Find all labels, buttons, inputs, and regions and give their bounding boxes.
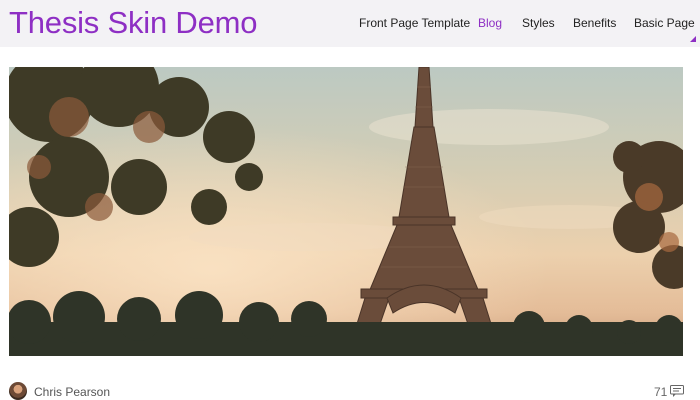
page: Thesis Skin Demo Front Page Template Blo… bbox=[0, 0, 700, 400]
nav-item-front-page-template[interactable]: Front Page Template bbox=[359, 14, 470, 32]
eiffel-tower-photo bbox=[9, 67, 683, 356]
author-name[interactable]: Chris Pearson bbox=[34, 384, 110, 400]
comment-count[interactable]: 71 bbox=[654, 384, 667, 400]
avatar[interactable] bbox=[9, 382, 27, 400]
main-nav: Front Page Template Blog Styles Benefits… bbox=[0, 14, 700, 34]
nav-item-blog[interactable]: Blog bbox=[478, 14, 502, 32]
comment-icon[interactable] bbox=[670, 385, 684, 397]
featured-image bbox=[9, 67, 683, 356]
post-byline: Chris Pearson 71 bbox=[9, 382, 689, 400]
nav-item-benefits[interactable]: Benefits bbox=[573, 14, 616, 32]
submenu-caret-icon[interactable] bbox=[690, 36, 696, 42]
nav-item-styles[interactable]: Styles bbox=[522, 14, 555, 32]
site-header: Thesis Skin Demo Front Page Template Blo… bbox=[0, 0, 700, 47]
nav-item-basic-page[interactable]: Basic Page bbox=[634, 14, 695, 32]
